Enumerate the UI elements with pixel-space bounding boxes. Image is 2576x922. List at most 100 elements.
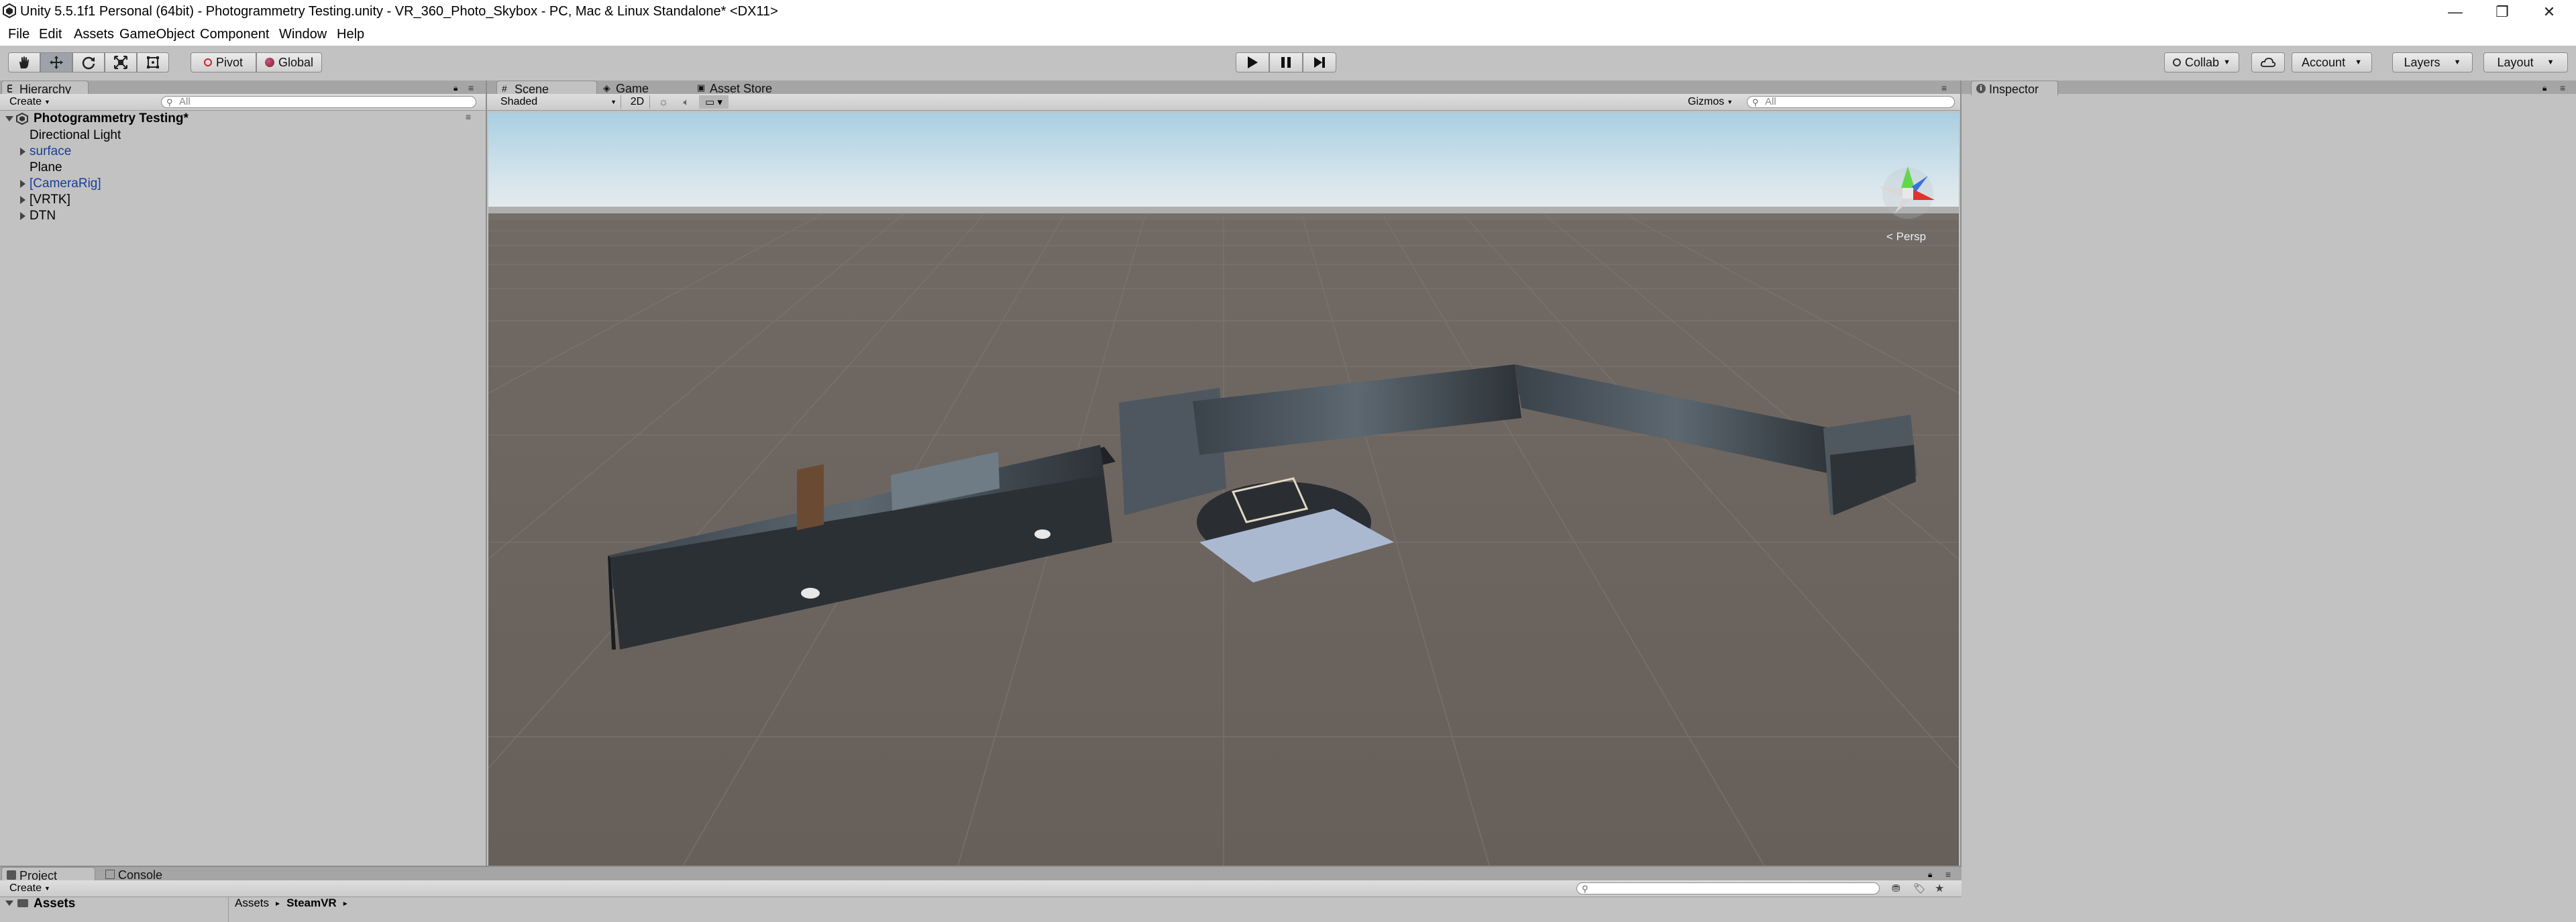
project-search-input[interactable] [1576, 882, 1880, 894]
breadcrumb-item[interactable]: Assets [235, 897, 269, 910]
menu-window[interactable]: Window [279, 27, 327, 42]
hierarchy-item[interactable]: DTN [0, 208, 486, 224]
hierarchy-create-button[interactable]: Create ▼ [9, 95, 50, 109]
rect-tool-icon [147, 56, 159, 68]
expand-arrow-icon[interactable] [5, 116, 13, 121]
favorite-star-icon[interactable]: ★ [1935, 882, 1944, 895]
hierarchy-item[interactable]: [VRTK] [0, 192, 486, 208]
hierarchy-item[interactable]: Directional Light [0, 127, 486, 144]
breadcrumb-item[interactable]: SteamVR [286, 897, 337, 910]
hierarchy-search-input[interactable]: All [161, 96, 476, 108]
lock-icon[interactable]: 🔒︎ [1928, 870, 1932, 880]
collab-dropdown[interactable]: Collab ▼ [2164, 52, 2239, 72]
pivot-label: Pivot [215, 55, 244, 69]
console-icon [105, 870, 115, 879]
menu-help[interactable]: Help [337, 27, 364, 42]
hierarchy-scene-row[interactable]: Photogrammetry Testing* ≡ [0, 111, 486, 127]
rotate-tool-button[interactable] [72, 52, 105, 72]
menu-assets[interactable]: Assets [74, 27, 114, 42]
menu-edit[interactable]: Edit [39, 27, 62, 42]
expand-arrow-icon[interactable] [5, 901, 13, 906]
pause-button[interactable] [1269, 52, 1303, 72]
dropdown-arrow-icon: ▼ [2546, 58, 2555, 66]
account-dropdown[interactable]: Account ▼ [2292, 52, 2372, 72]
persp-label[interactable]: < Persp [1886, 230, 1926, 243]
tab-project[interactable]: Project [1, 867, 95, 882]
scale-icon [114, 56, 127, 69]
menu-gameobject[interactable]: GameObject [119, 27, 195, 42]
pivot-toggle[interactable]: Pivot [191, 52, 256, 72]
gamepad-icon: ◈ [603, 83, 610, 93]
expand-arrow-icon[interactable] [20, 196, 25, 204]
hierarchy-tabstrip: Hierarchy 🔒︎ ≡ [0, 81, 486, 96]
step-button[interactable] [1303, 52, 1336, 72]
main-toolbar: Pivot Global Collab ▼ Account ▼ Layers ▼… [0, 46, 2576, 81]
layers-dropdown[interactable]: Layers ▼ [2392, 52, 2473, 72]
lock-icon[interactable]: 🔒︎ [2542, 83, 2546, 93]
dropdown-arrow-icon: ▼ [2453, 58, 2461, 66]
expand-arrow-icon[interactable] [20, 180, 25, 188]
play-button[interactable] [1236, 52, 1269, 72]
tab-console[interactable]: Console [101, 867, 188, 882]
tab-inspector[interactable]: i Inspector [1971, 81, 2058, 96]
scene-search-input[interactable]: All [1747, 96, 1955, 108]
panel-menu-icon[interactable]: ≡ [468, 83, 482, 93]
breadcrumb: Assets ▸ SteamVR ▸ [235, 897, 347, 910]
layout-dropdown[interactable]: Layout ▼ [2483, 52, 2568, 72]
filter-by-label-icon[interactable]: 🏷︎ [1913, 882, 1926, 895]
tab-game[interactable]: ◈ Game [598, 81, 686, 95]
lighting-toggle-icon[interactable]: ☼ [653, 95, 674, 109]
move-icon [50, 56, 63, 69]
gizmos-dropdown[interactable]: Gizmos ▼ [1688, 95, 1733, 109]
hierarchy-item[interactable]: [CameraRig] [0, 176, 486, 192]
close-button[interactable]: ✕ [2518, 0, 2576, 24]
hierarchy-item-label: surface [30, 144, 72, 158]
tab-scene[interactable]: # Scene [496, 81, 597, 96]
2d-toggle[interactable]: 2D [625, 95, 650, 109]
inspector-tab-label: Inspector [1989, 83, 2039, 96]
hierarchy-item[interactable]: Plane [0, 160, 486, 176]
search-placeholder: All [179, 96, 191, 107]
lock-icon[interactable]: 🔒︎ [453, 83, 463, 93]
inspector-panel: i Inspector 🔒︎ ≡ [1962, 81, 2576, 922]
hierarchy-panel: Hierarchy 🔒︎ ≡ Create ▼ All ⚲ Photogramm… [0, 81, 486, 866]
pause-icon [1281, 57, 1291, 68]
tab-asset-store[interactable]: ▣ Asset Store [692, 81, 806, 95]
search-icon: ⚲ [166, 97, 173, 107]
assets-root-label[interactable]: Assets [34, 897, 75, 911]
shading-label: Shaded [500, 96, 538, 107]
panel-menu-icon[interactable]: ≡ [1945, 869, 1951, 880]
filter-by-type-icon[interactable]: ⛃ [1892, 882, 1900, 895]
scale-tool-button[interactable] [105, 52, 137, 72]
expand-arrow-icon[interactable] [20, 148, 25, 156]
step-icon [1314, 57, 1325, 68]
shading-mode-dropdown[interactable]: Shaded ▼ [500, 95, 621, 109]
hierarchy-toolbar: Create ▼ All ⚲ [0, 94, 486, 111]
expand-arrow-icon[interactable] [20, 212, 25, 220]
store-icon: ▣ [697, 83, 706, 93]
hierarchy-item[interactable]: surface [0, 144, 486, 160]
menu-component[interactable]: Component [200, 27, 269, 42]
search-icon: ⚲ [1752, 97, 1759, 107]
search-icon: ⚲ [1582, 884, 1589, 894]
move-tool-button[interactable] [40, 52, 72, 72]
scene-menu-icon[interactable]: ≡ [466, 111, 471, 122]
hierarchy-item-label: [CameraRig] [30, 176, 101, 191]
hierarchy-icon [7, 85, 12, 93]
hand-tool-button[interactable] [8, 52, 40, 72]
global-label: Global [278, 55, 314, 69]
panel-menu-icon[interactable]: ≡ [1941, 83, 1947, 93]
cloud-button[interactable] [2251, 52, 2285, 72]
gizmos-label: Gizmos [1688, 96, 1725, 107]
hierarchy-item-label: [VRTK] [30, 193, 70, 207]
effects-dropdown-icon[interactable]: ▭ ▾ [699, 95, 729, 109]
menu-file[interactable]: File [8, 27, 30, 42]
rect-tool-button[interactable] [137, 52, 169, 72]
project-create-button[interactable]: Create ▼ [9, 882, 50, 895]
global-toggle[interactable]: Global [256, 52, 322, 72]
cloud-icon [2260, 58, 2276, 67]
panel-menu-icon[interactable]: ≡ [2560, 83, 2565, 93]
tab-hierarchy[interactable]: Hierarchy [1, 81, 89, 96]
audio-toggle-icon[interactable]: 🔈︎ [676, 95, 696, 109]
scene-viewport[interactable]: < Persp [488, 113, 1959, 866]
